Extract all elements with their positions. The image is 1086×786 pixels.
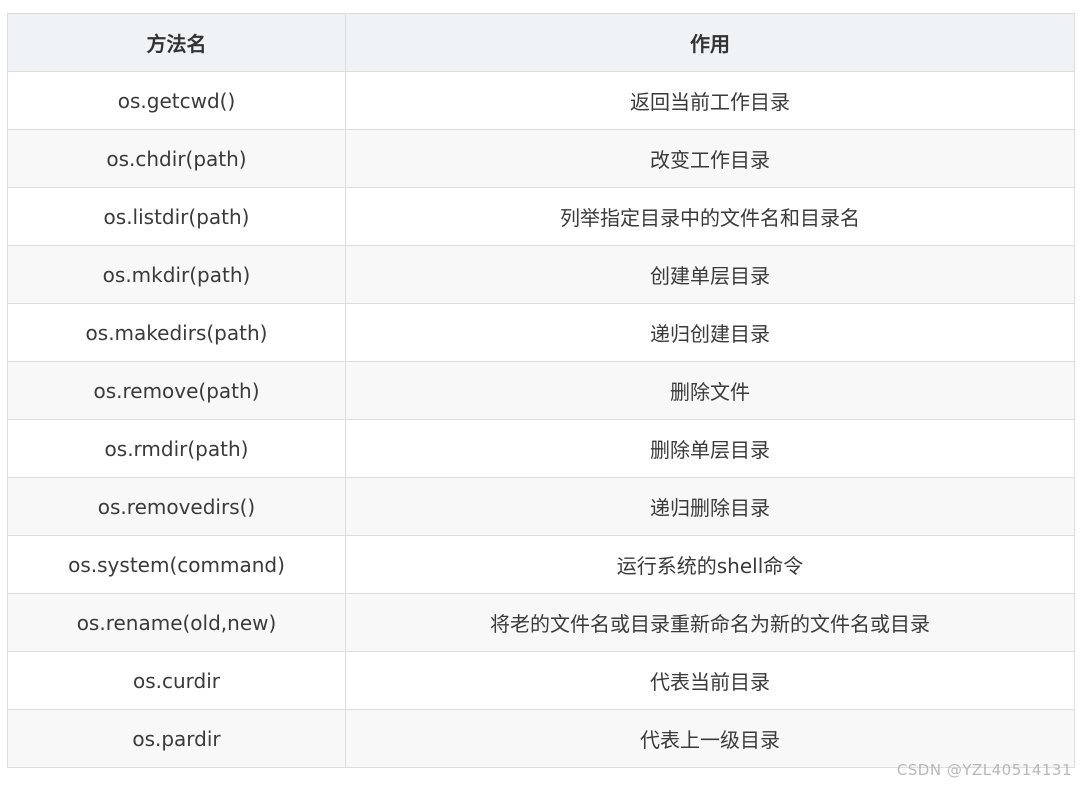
method-cell: os.pardir <box>7 709 346 768</box>
purpose-cell: 运行系统的shell命令 <box>345 535 1075 594</box>
table-row: os.chdir(path) 改变工作目录 <box>7 129 1075 188</box>
purpose-cell: 删除文件 <box>345 361 1075 420</box>
purpose-cell: 创建单层目录 <box>345 245 1075 304</box>
table-row: os.curdir 代表当前目录 <box>7 651 1075 710</box>
method-cell: os.mkdir(path) <box>7 245 346 304</box>
table-header-row: 方法名 作用 <box>7 13 1075 72</box>
purpose-cell: 递归删除目录 <box>345 477 1075 536</box>
table-row: os.makedirs(path) 递归创建目录 <box>7 303 1075 362</box>
os-methods-table: 方法名 作用 os.getcwd() 返回当前工作目录 os.chdir(pat… <box>7 13 1075 768</box>
method-cell: os.remove(path) <box>7 361 346 420</box>
method-cell: os.rmdir(path) <box>7 419 346 478</box>
table-row: os.mkdir(path) 创建单层目录 <box>7 245 1075 304</box>
table-row: os.getcwd() 返回当前工作目录 <box>7 71 1075 130</box>
purpose-cell: 列举指定目录中的文件名和目录名 <box>345 187 1075 246</box>
purpose-cell: 代表上一级目录 <box>345 709 1075 768</box>
table-row: os.removedirs() 递归删除目录 <box>7 477 1075 536</box>
purpose-cell: 改变工作目录 <box>345 129 1075 188</box>
method-cell: os.listdir(path) <box>7 187 346 246</box>
table-row: os.rename(old,new) 将老的文件名或目录重新命名为新的文件名或目… <box>7 593 1075 652</box>
method-cell: os.makedirs(path) <box>7 303 346 362</box>
method-cell: os.curdir <box>7 651 346 710</box>
os-methods-table-container: 方法名 作用 os.getcwd() 返回当前工作目录 os.chdir(pat… <box>7 13 1075 768</box>
method-cell: os.rename(old,new) <box>7 593 346 652</box>
method-cell: os.system(command) <box>7 535 346 594</box>
table-row: os.pardir 代表上一级目录 <box>7 709 1075 768</box>
header-method-name: 方法名 <box>7 13 346 72</box>
purpose-cell: 递归创建目录 <box>345 303 1075 362</box>
method-cell: os.getcwd() <box>7 71 346 130</box>
header-purpose: 作用 <box>345 13 1075 72</box>
table-row: os.rmdir(path) 删除单层目录 <box>7 419 1075 478</box>
purpose-cell: 删除单层目录 <box>345 419 1075 478</box>
csdn-watermark: CSDN @YZL40514131 <box>896 761 1072 779</box>
table-row: os.system(command) 运行系统的shell命令 <box>7 535 1075 594</box>
purpose-cell: 代表当前目录 <box>345 651 1075 710</box>
method-cell: os.removedirs() <box>7 477 346 536</box>
purpose-cell: 返回当前工作目录 <box>345 71 1075 130</box>
purpose-cell: 将老的文件名或目录重新命名为新的文件名或目录 <box>345 593 1075 652</box>
method-cell: os.chdir(path) <box>7 129 346 188</box>
table-row: os.remove(path) 删除文件 <box>7 361 1075 420</box>
table-row: os.listdir(path) 列举指定目录中的文件名和目录名 <box>7 187 1075 246</box>
